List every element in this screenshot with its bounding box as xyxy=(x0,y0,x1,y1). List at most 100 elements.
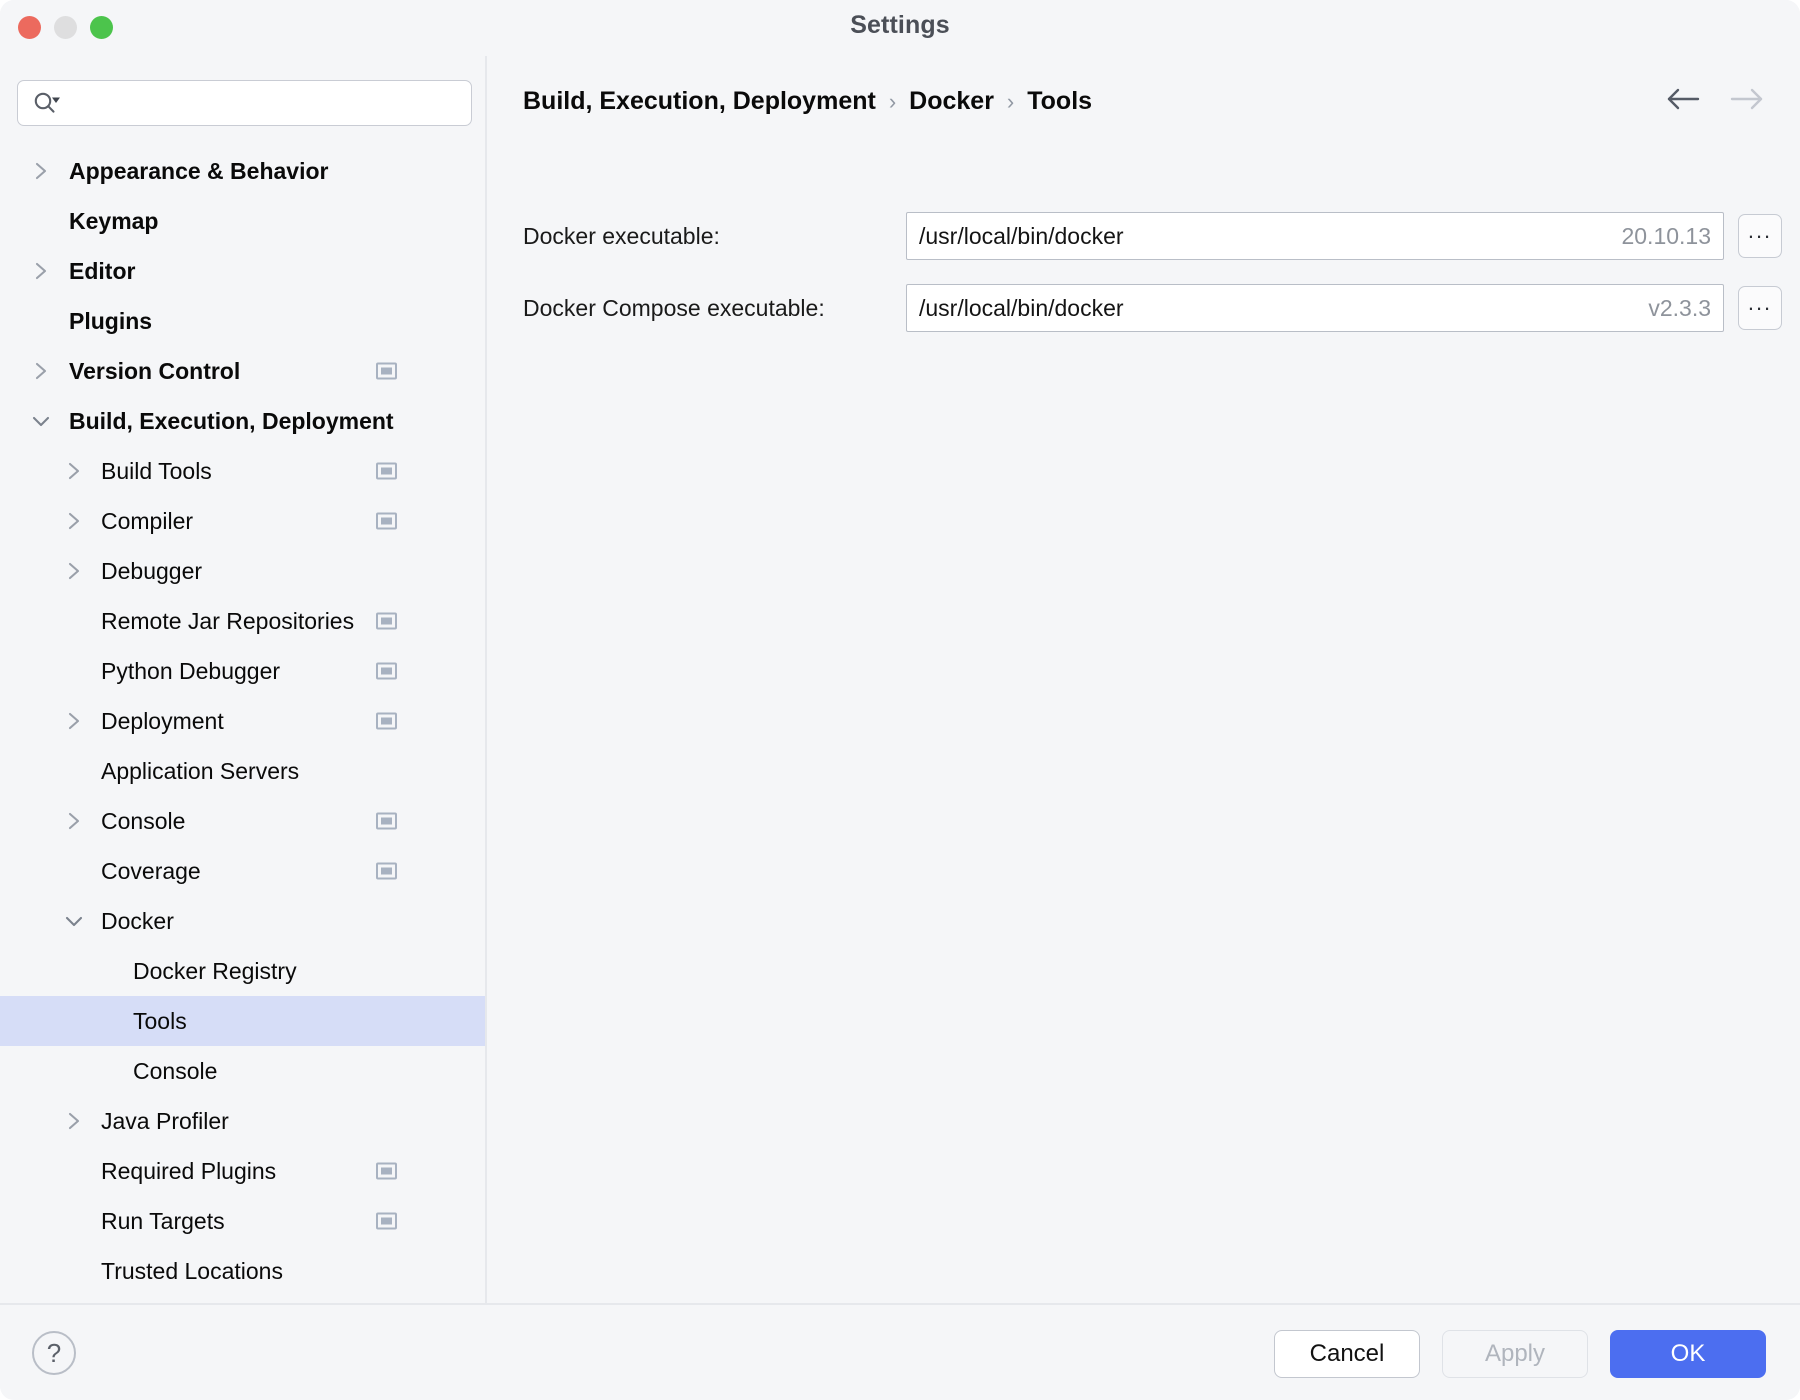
navigation-arrows xyxy=(1665,86,1765,117)
docker-compose-version-badge: v2.3.3 xyxy=(1648,295,1711,322)
sidebar-item-deployment[interactable]: Deployment xyxy=(0,696,485,746)
help-button[interactable]: ? xyxy=(32,1331,76,1375)
project-scope-icon xyxy=(376,363,397,380)
sidebar-item-keymap[interactable]: Keymap xyxy=(0,196,485,246)
project-scope-icon xyxy=(376,713,397,730)
docker-executable-label: Docker executable: xyxy=(523,223,906,250)
sidebar-item-build-execution-deployment[interactable]: Build, Execution, Deployment xyxy=(0,396,485,446)
chevron-right-icon[interactable] xyxy=(63,460,85,482)
dialog-footer: ? Cancel Apply OK xyxy=(0,1303,1800,1400)
search-icon xyxy=(32,91,62,115)
breadcrumb-item-0[interactable]: Build, Execution, Deployment xyxy=(523,87,876,116)
title-bar: Settings xyxy=(0,0,1800,56)
docker-compose-executable-row: Docker Compose executable: /usr/local/bi… xyxy=(523,284,1782,332)
sidebar-item-docker-registry[interactable]: Docker Registry xyxy=(0,946,485,996)
breadcrumb-item-2: Tools xyxy=(1027,87,1092,116)
sidebar-item-label: Build, Execution, Deployment xyxy=(69,408,394,435)
project-scope-icon xyxy=(376,813,397,830)
sidebar-item-label: Keymap xyxy=(69,208,158,235)
sidebar-item-build-tools[interactable]: Build Tools xyxy=(0,446,485,496)
sidebar-item-docker[interactable]: Docker xyxy=(0,896,485,946)
sidebar-item-editor[interactable]: Editor xyxy=(0,246,485,296)
project-scope-icon xyxy=(376,863,397,880)
cancel-button[interactable]: Cancel xyxy=(1274,1330,1420,1378)
breadcrumb-item-1[interactable]: Docker xyxy=(909,87,994,116)
sidebar-item-label: Trusted Locations xyxy=(101,1258,283,1285)
project-scope-icon xyxy=(376,613,397,630)
sidebar-item-java-profiler[interactable]: Java Profiler xyxy=(0,1096,485,1146)
sidebar-item-plugins[interactable]: Plugins xyxy=(0,296,485,346)
sidebar-item-python-debugger[interactable]: Python Debugger xyxy=(0,646,485,696)
search-input[interactable] xyxy=(17,80,472,126)
sidebar-item-label: Console xyxy=(101,808,185,835)
settings-content-pane: Build, Execution, Deployment › Docker › … xyxy=(489,56,1800,1303)
apply-button[interactable]: Apply xyxy=(1442,1330,1588,1378)
sidebar-item-label: Debugger xyxy=(101,558,202,585)
sidebar-item-label: Docker Registry xyxy=(133,958,297,985)
sidebar-item-label: Required Plugins xyxy=(101,1158,276,1185)
settings-tree: Appearance & Behavior Keymap Editor Plugins… xyxy=(0,146,485,1296)
search-field-wrapper xyxy=(17,80,472,126)
sidebar-item-label: Java Profiler xyxy=(101,1108,229,1135)
sidebar-item-label: Python Debugger xyxy=(101,658,280,685)
breadcrumb: Build, Execution, Deployment › Docker › … xyxy=(523,87,1092,116)
sidebar-item-trusted-locations[interactable]: Trusted Locations xyxy=(0,1246,485,1296)
chevron-right-icon[interactable] xyxy=(63,810,85,832)
project-scope-icon xyxy=(376,463,397,480)
sidebar-item-console[interactable]: Console xyxy=(0,1046,485,1096)
sidebar-item-label: Tools xyxy=(133,1008,187,1035)
back-arrow-icon[interactable] xyxy=(1665,86,1703,117)
sidebar-item-label: Console xyxy=(133,1058,217,1085)
chevron-right-icon[interactable] xyxy=(63,710,85,732)
sidebar-item-label: Deployment xyxy=(101,708,224,735)
docker-compose-executable-input[interactable]: /usr/local/bin/docker v2.3.3 xyxy=(906,284,1724,332)
ok-button[interactable]: OK xyxy=(1610,1330,1766,1378)
sidebar-item-required-plugins[interactable]: Required Plugins xyxy=(0,1146,485,1196)
sidebar-item-remote-jar-repositories[interactable]: Remote Jar Repositories xyxy=(0,596,485,646)
sidebar-item-run-targets[interactable]: Run Targets xyxy=(0,1196,485,1246)
docker-compose-executable-browse-button[interactable]: ... xyxy=(1738,286,1782,330)
sidebar-item-debugger[interactable]: Debugger xyxy=(0,546,485,596)
docker-executable-row: Docker executable: /usr/local/bin/docker… xyxy=(523,212,1782,260)
project-scope-icon xyxy=(376,1163,397,1180)
sidebar-item-application-servers[interactable]: Application Servers xyxy=(0,746,485,796)
sidebar-item-label: Version Control xyxy=(69,358,240,385)
sidebar-item-label: Compiler xyxy=(101,508,193,535)
settings-sidebar: Appearance & Behavior Keymap Editor Plugins… xyxy=(0,56,487,1303)
chevron-right-icon[interactable] xyxy=(63,1110,85,1132)
chevron-down-icon[interactable] xyxy=(30,410,52,432)
sidebar-item-label: Appearance & Behavior xyxy=(69,158,328,185)
sidebar-item-label: Coverage xyxy=(101,858,201,885)
docker-compose-executable-value: /usr/local/bin/docker xyxy=(919,295,1124,322)
sidebar-item-tools[interactable]: Tools xyxy=(0,996,485,1046)
sidebar-item-version-control[interactable]: Version Control xyxy=(0,346,485,396)
chevron-right-icon[interactable] xyxy=(30,260,52,282)
sidebar-item-label: Application Servers xyxy=(101,758,299,785)
docker-version-badge: 20.10.13 xyxy=(1621,223,1711,250)
sidebar-item-coverage[interactable]: Coverage xyxy=(0,846,485,896)
chevron-right-icon[interactable] xyxy=(30,360,52,382)
breadcrumb-separator-icon: › xyxy=(889,89,896,115)
chevron-right-icon[interactable] xyxy=(30,160,52,182)
docker-executable-input[interactable]: /usr/local/bin/docker 20.10.13 xyxy=(906,212,1724,260)
docker-executable-value: /usr/local/bin/docker xyxy=(919,223,1124,250)
sidebar-item-compiler[interactable]: Compiler xyxy=(0,496,485,546)
docker-executable-browse-button[interactable]: ... xyxy=(1738,214,1782,258)
project-scope-icon xyxy=(376,513,397,530)
breadcrumb-separator-icon: › xyxy=(1007,89,1014,115)
chevron-right-icon[interactable] xyxy=(63,560,85,582)
sidebar-item-appearance-behavior[interactable]: Appearance & Behavior xyxy=(0,146,485,196)
footer-actions: Cancel Apply OK xyxy=(1274,1330,1766,1378)
forward-arrow-icon xyxy=(1727,86,1765,117)
sidebar-item-label: Remote Jar Repositories xyxy=(101,608,354,635)
sidebar-item-label: Plugins xyxy=(69,308,152,335)
window-title: Settings xyxy=(0,11,1800,40)
sidebar-item-console[interactable]: Console xyxy=(0,796,485,846)
chevron-right-icon[interactable] xyxy=(63,510,85,532)
settings-window: Settings Appearance & Behavior Keymap Edit… xyxy=(0,0,1800,1400)
sidebar-item-label: Editor xyxy=(69,258,135,285)
docker-compose-executable-label: Docker Compose executable: xyxy=(523,295,906,322)
sidebar-item-label: Docker xyxy=(101,908,174,935)
chevron-down-icon[interactable] xyxy=(63,910,85,932)
sidebar-item-label: Build Tools xyxy=(101,458,212,485)
